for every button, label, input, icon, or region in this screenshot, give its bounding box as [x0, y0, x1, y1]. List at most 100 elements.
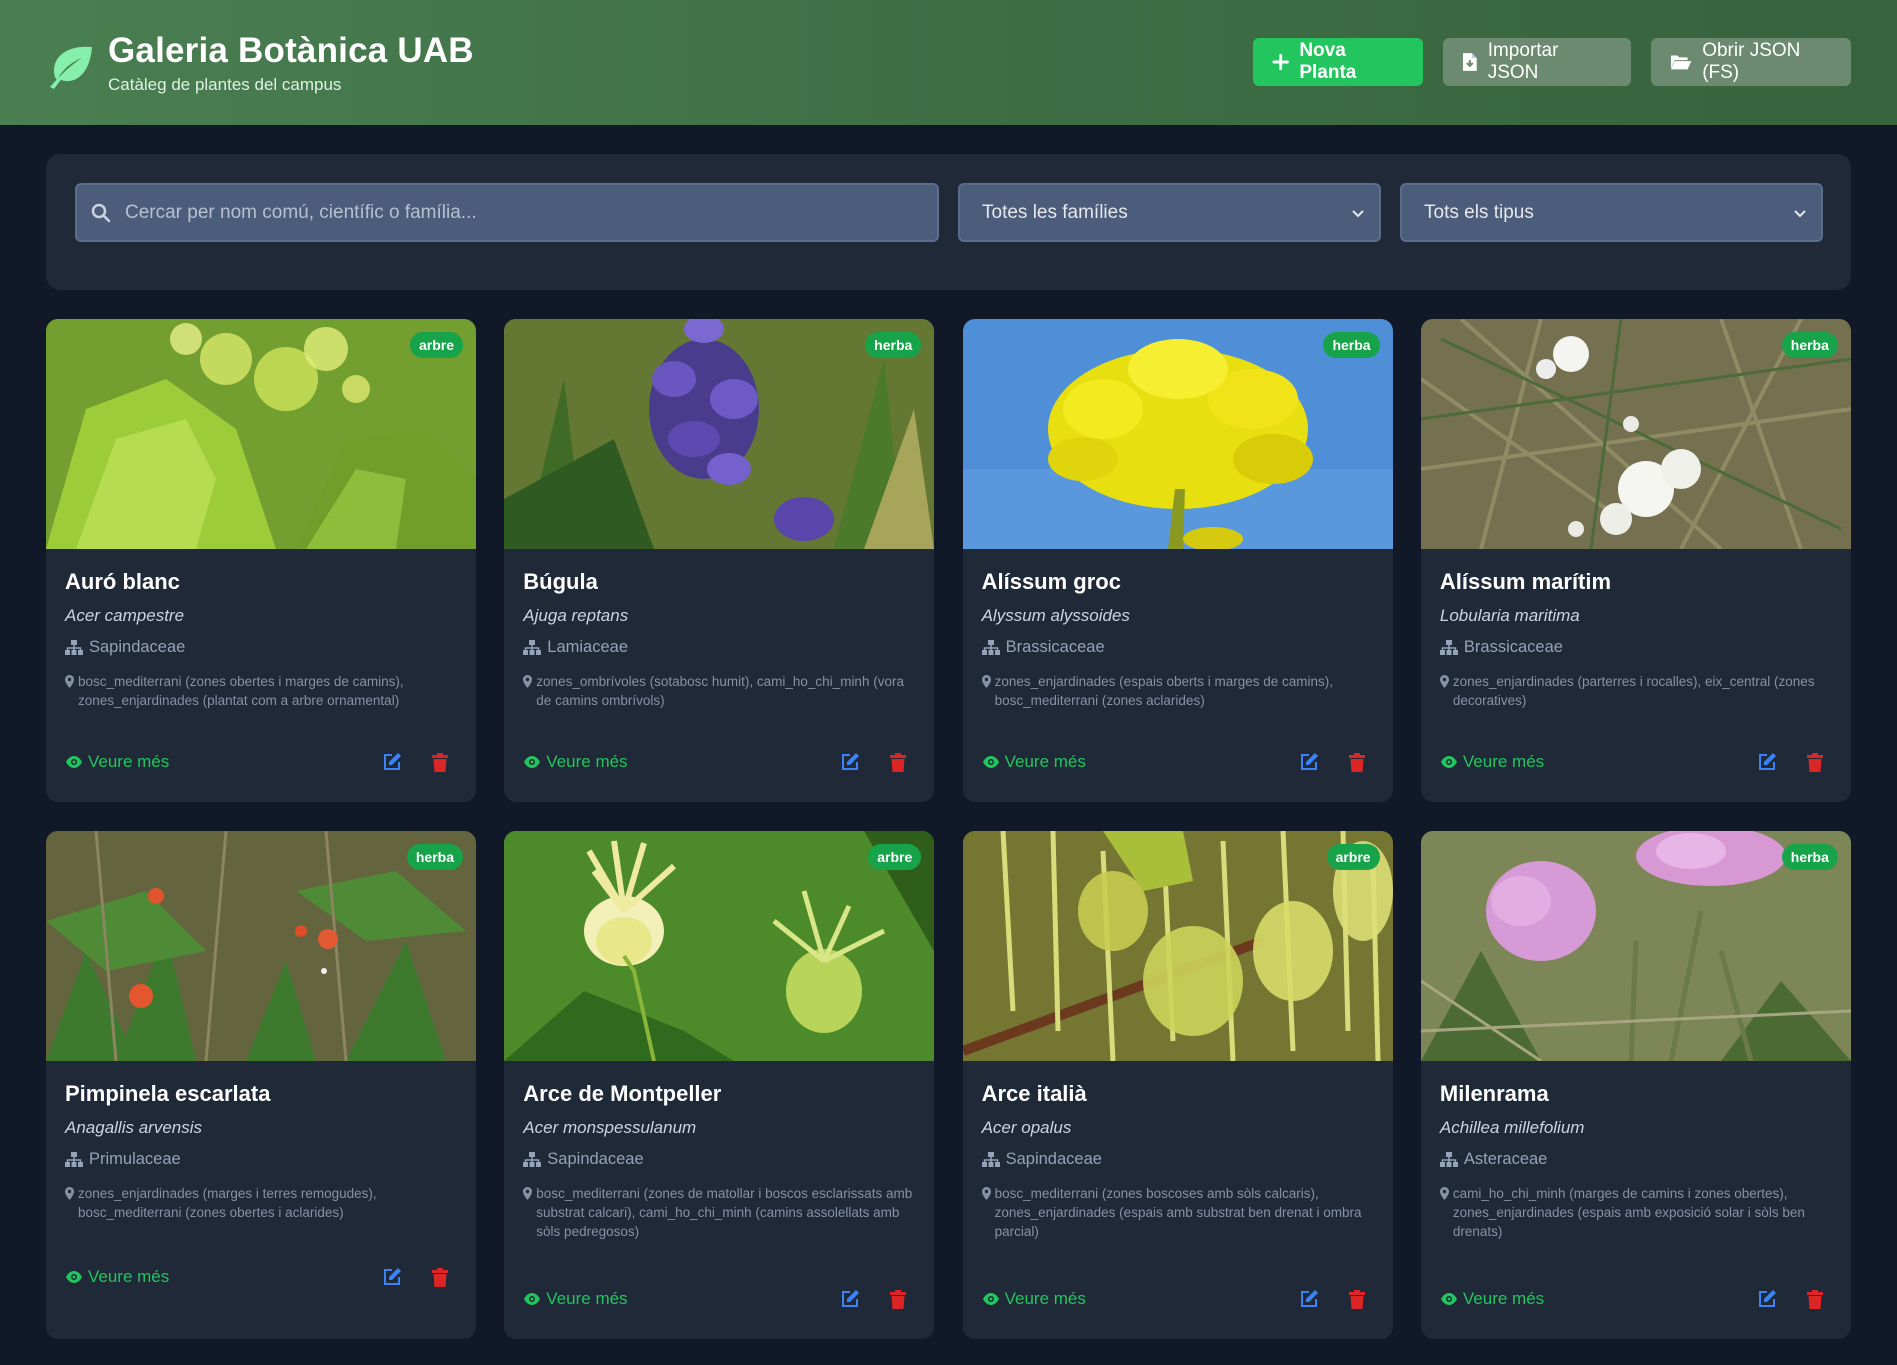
plant-location-label: bosc_mediterrani (zones boscoses amb sòl… — [994, 1186, 1362, 1239]
plant-scientific-name: Acer campestre — [65, 606, 185, 625]
plant-photo[interactable]: arbre — [46, 319, 476, 549]
plant-location-label: zones_ombrívoles (sotabosc humit), cami_… — [536, 674, 904, 708]
sitemap-icon — [65, 1152, 83, 1167]
plant-family: Lamiaceae — [523, 638, 915, 657]
plant-photo[interactable]: herba — [1420, 319, 1851, 549]
sitemap-icon — [981, 1152, 1000, 1167]
plant-photo[interactable]: herba — [504, 319, 935, 549]
plant-scientific-name: Alyssum alyssoides — [981, 606, 1130, 625]
view-more-link[interactable]: Veure més — [65, 1267, 169, 1287]
plant-location-label: bosc_mediterrani (zones obertes i marges… — [78, 674, 404, 708]
filter-panel: Totes les famílies Tots els tipus — [46, 154, 1851, 290]
new-plant-button[interactable]: Nova Planta — [1253, 38, 1423, 86]
plant-card: arbre Auró blanc Acer campestre Sapindac… — [46, 319, 476, 802]
plant-scientific-name: Acer opalus — [981, 1118, 1072, 1137]
plant-location-label: zones_enjardinades (parterres i rocalles… — [1452, 674, 1815, 708]
open-json-button[interactable]: Obrir JSON (FS) — [1651, 38, 1851, 86]
app-header: Galeria Botànica UAB Catàleg de plantes … — [0, 0, 1897, 125]
plant-family-label: Lamiaceae — [547, 638, 629, 656]
type-badge: herba — [1781, 844, 1838, 870]
plant-family-label: Sapindaceae — [547, 1150, 644, 1168]
plant-family-label: Primulaceae — [89, 1150, 181, 1168]
map-marker-icon — [65, 1187, 74, 1200]
search-box — [75, 183, 939, 242]
type-badge: arbre — [868, 844, 922, 870]
view-more-label: Veure més — [546, 1289, 628, 1308]
trash-icon[interactable] — [890, 752, 907, 772]
plant-scientific-name: Acer monspessulanum — [523, 1118, 697, 1137]
plant-card: arbre Arce italià Acer opalus Sapindacea… — [962, 831, 1393, 1339]
search-input[interactable] — [125, 201, 905, 224]
edit-icon[interactable] — [382, 1267, 402, 1287]
plant-family: Sapindaceae — [65, 638, 457, 657]
trash-icon[interactable] — [1806, 752, 1823, 772]
eye-icon — [66, 756, 82, 768]
plant-photo[interactable]: arbre — [504, 831, 935, 1061]
file-import-icon — [1462, 53, 1477, 71]
plant-photo[interactable]: herba — [46, 831, 476, 1061]
plant-scientific-name: Lobularia maritima — [1439, 606, 1580, 625]
edit-icon[interactable] — [1757, 752, 1777, 772]
plant-name: Alíssum groc — [981, 569, 1121, 594]
eye-icon — [1440, 1293, 1457, 1305]
edit-icon[interactable] — [1299, 752, 1319, 772]
plant-location: cami_ho_chi_minh (marges de camins i zon… — [1439, 1184, 1832, 1241]
plant-card: herba Pimpinela escarlata Anagallis arve… — [46, 831, 476, 1339]
trash-icon[interactable] — [1348, 752, 1365, 772]
trash-icon[interactable] — [432, 752, 448, 772]
plant-photo[interactable]: arbre — [962, 831, 1393, 1061]
import-json-button[interactable]: Importar JSON — [1443, 38, 1631, 86]
new-plant-label: Nova Planta — [1299, 40, 1357, 83]
plant-family: Sapindaceae — [981, 1150, 1374, 1169]
plant-name: Alíssum marítim — [1439, 569, 1612, 594]
edit-icon[interactable] — [1299, 1289, 1319, 1309]
family-select-value: Totes les famílies — [982, 201, 1128, 223]
map-marker-icon — [981, 1187, 991, 1200]
plant-family-label: Brassicaceae — [1463, 638, 1563, 656]
view-more-link[interactable]: Veure més — [982, 1289, 1086, 1309]
family-select[interactable]: Totes les famílies — [958, 183, 1381, 242]
type-badge: arbre — [409, 332, 463, 358]
type-select[interactable]: Tots els tipus — [1400, 183, 1823, 242]
view-more-link[interactable]: Veure més — [1440, 1289, 1544, 1309]
view-more-label: Veure més — [1004, 752, 1086, 771]
plant-scientific-name: Ajuga reptans — [523, 606, 629, 625]
chevron-down-icon — [1794, 209, 1806, 217]
map-marker-icon — [1439, 675, 1449, 688]
trash-icon[interactable] — [890, 1289, 907, 1309]
trash-icon[interactable] — [1806, 1289, 1823, 1309]
view-more-label: Veure més — [88, 1267, 170, 1286]
plant-name: Pimpinela escarlata — [65, 1081, 271, 1106]
view-more-link[interactable]: Veure més — [523, 1289, 628, 1309]
leaf-icon — [50, 46, 92, 89]
plant-photo[interactable]: herba — [1420, 831, 1851, 1061]
plant-photo[interactable]: herba — [962, 319, 1393, 549]
type-badge: herba — [1323, 332, 1380, 358]
plant-family-label: Sapindaceae — [89, 638, 186, 656]
view-more-link[interactable]: Veure més — [65, 752, 169, 772]
eye-icon — [66, 1271, 82, 1283]
plant-name: Arce de Montpeller — [523, 1081, 722, 1106]
import-json-label: Importar JSON — [1487, 40, 1559, 83]
plant-card: herba Búgula Ajuga reptans Lamiaceae zon… — [504, 319, 935, 802]
trash-icon[interactable] — [432, 1267, 448, 1287]
map-marker-icon — [523, 1187, 533, 1200]
view-more-link[interactable]: Veure més — [1440, 752, 1544, 772]
view-more-label: Veure més — [546, 752, 628, 771]
search-icon — [91, 203, 111, 222]
view-more-link[interactable]: Veure més — [523, 752, 628, 772]
chevron-down-icon — [1352, 209, 1364, 217]
edit-icon[interactable] — [840, 1289, 860, 1309]
edit-icon[interactable] — [382, 752, 402, 772]
sitemap-icon — [1439, 1152, 1458, 1167]
plant-name: Arce italià — [981, 1081, 1087, 1106]
plant-location-label: zones_enjardinades (espais oberts i marg… — [994, 674, 1334, 708]
trash-icon[interactable] — [1348, 1289, 1365, 1309]
plant-scientific-name: Achillea millefolium — [1439, 1118, 1585, 1137]
edit-icon[interactable] — [840, 752, 860, 772]
sitemap-icon — [981, 640, 1000, 655]
plant-family-label: Sapindaceae — [1005, 1150, 1102, 1168]
edit-icon[interactable] — [1757, 1289, 1777, 1309]
brand: Galeria Botànica UAB Catàleg de plantes … — [46, 31, 474, 95]
view-more-link[interactable]: Veure més — [982, 752, 1086, 772]
